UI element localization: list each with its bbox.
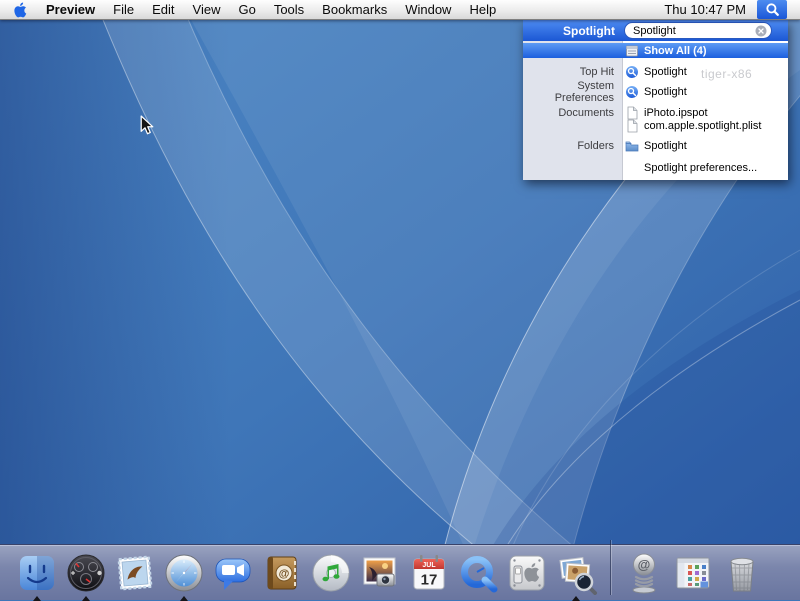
dock: @ JU (0, 544, 800, 600)
spotlight-search-field[interactable] (624, 22, 772, 39)
dock-item-applications-window[interactable] (671, 551, 715, 595)
result-label: Spotlight preferences... (644, 162, 757, 174)
iphoto-icon (358, 551, 402, 595)
result-row-show-all[interactable]: Show All (4) (523, 43, 788, 58)
dock-item-dashboard[interactable] (64, 551, 108, 595)
dock-item-mail[interactable] (113, 551, 157, 595)
menu-app-name[interactable]: Preview (46, 2, 95, 17)
menu-window[interactable]: Window (405, 2, 451, 17)
system-preferences-icon (505, 551, 549, 595)
spotlight-search-input[interactable] (633, 24, 755, 37)
itunes-icon (309, 551, 353, 595)
running-indicator (82, 596, 90, 601)
ical-icon: JUL 17 (407, 551, 451, 595)
dock-item-safari[interactable] (162, 551, 206, 595)
spotlight-app-icon (625, 65, 639, 79)
apple-logo-icon (14, 2, 27, 18)
dock-item-address-book[interactable]: @ (260, 551, 304, 595)
menu-bookmarks[interactable]: Bookmarks (322, 2, 387, 17)
result-row-folder[interactable]: Folders Spotlight (523, 136, 788, 156)
address-book-icon: @ (260, 551, 304, 595)
spotlight-panel: Spotlight tiger-x86 Show All (4) (523, 20, 788, 180)
svg-text:@: @ (638, 557, 651, 572)
menu-view[interactable]: View (193, 2, 221, 17)
spotlight-menu-button[interactable] (757, 0, 787, 19)
clear-search-icon[interactable] (755, 25, 767, 37)
category-label: Documents (523, 107, 622, 119)
dock-item-finder[interactable] (15, 551, 59, 595)
quicktime-icon (456, 551, 500, 595)
dock-item-iphoto[interactable] (358, 551, 402, 595)
dock-item-preview[interactable] (554, 551, 598, 595)
result-label: Spotlight (644, 66, 687, 78)
menu-go[interactable]: Go (238, 2, 255, 17)
category-label: System Preferences (523, 80, 622, 104)
safari-icon (162, 551, 206, 595)
trash-icon (720, 551, 764, 595)
spotlight-header: Spotlight (523, 20, 788, 41)
running-indicator (572, 596, 580, 601)
dock-item-system-preferences[interactable] (505, 551, 549, 595)
result-row-document[interactable]: Documents iPhoto.ipspot (523, 106, 788, 119)
mouse-cursor (140, 115, 154, 140)
dock-item-itunes[interactable] (309, 551, 353, 595)
running-indicator (180, 596, 188, 601)
document-icon (625, 106, 639, 120)
menu-file[interactable]: File (113, 2, 134, 17)
category-label: Folders (523, 140, 622, 152)
folder-icon (625, 139, 639, 153)
result-label: Show All (4) (644, 45, 707, 57)
dock-item-ichat[interactable] (211, 551, 255, 595)
svg-text:@: @ (279, 568, 290, 580)
result-label: Spotlight (644, 140, 687, 152)
result-label: com.apple.spotlight.plist (644, 120, 761, 132)
dashboard-icon (64, 551, 108, 595)
dock-item-ical[interactable]: JUL 17 (407, 551, 451, 595)
svg-text:JUL: JUL (422, 562, 436, 569)
ichat-icon (211, 551, 255, 595)
result-row-system-preferences[interactable]: System Preferences Spotlight (523, 82, 788, 102)
apple-menu[interactable] (14, 2, 27, 18)
dock-item-quicktime[interactable] (456, 551, 500, 595)
result-label: iPhoto.ipspot (644, 107, 708, 119)
running-indicator (33, 596, 41, 601)
at-spring-icon: @ (622, 551, 666, 595)
menu-bar: Preview File Edit View Go Tools Bookmark… (0, 0, 800, 20)
result-row-top-hit[interactable]: Top Hit Spotlight (523, 62, 788, 82)
magnifier-icon (765, 2, 780, 17)
result-row-spotlight-preferences[interactable]: Spotlight preferences... (523, 158, 788, 178)
spotlight-app-icon (625, 85, 639, 99)
preview-icon (554, 551, 598, 595)
result-label: Spotlight (644, 86, 687, 98)
dock-item-trash[interactable] (720, 551, 764, 595)
category-label: Top Hit (523, 66, 622, 78)
spotlight-title: Spotlight (523, 24, 615, 38)
results-list-icon (625, 44, 639, 58)
menu-help[interactable]: Help (469, 2, 496, 17)
svg-text:17: 17 (421, 572, 438, 589)
finder-window-icon (671, 551, 715, 595)
finder-icon (15, 551, 59, 595)
menu-tools[interactable]: Tools (274, 2, 304, 17)
menu-edit[interactable]: Edit (152, 2, 174, 17)
dock-item-internet-location[interactable]: @ (622, 551, 666, 595)
mail-icon (113, 551, 157, 595)
document-icon (625, 119, 639, 133)
spotlight-results: tiger-x86 Show All (4) Top Hit (523, 41, 788, 180)
menu-clock[interactable]: Thu 10:47 PM (664, 2, 746, 17)
result-row-document[interactable]: com.apple.spotlight.plist (523, 119, 788, 132)
dock-separator (610, 540, 611, 595)
